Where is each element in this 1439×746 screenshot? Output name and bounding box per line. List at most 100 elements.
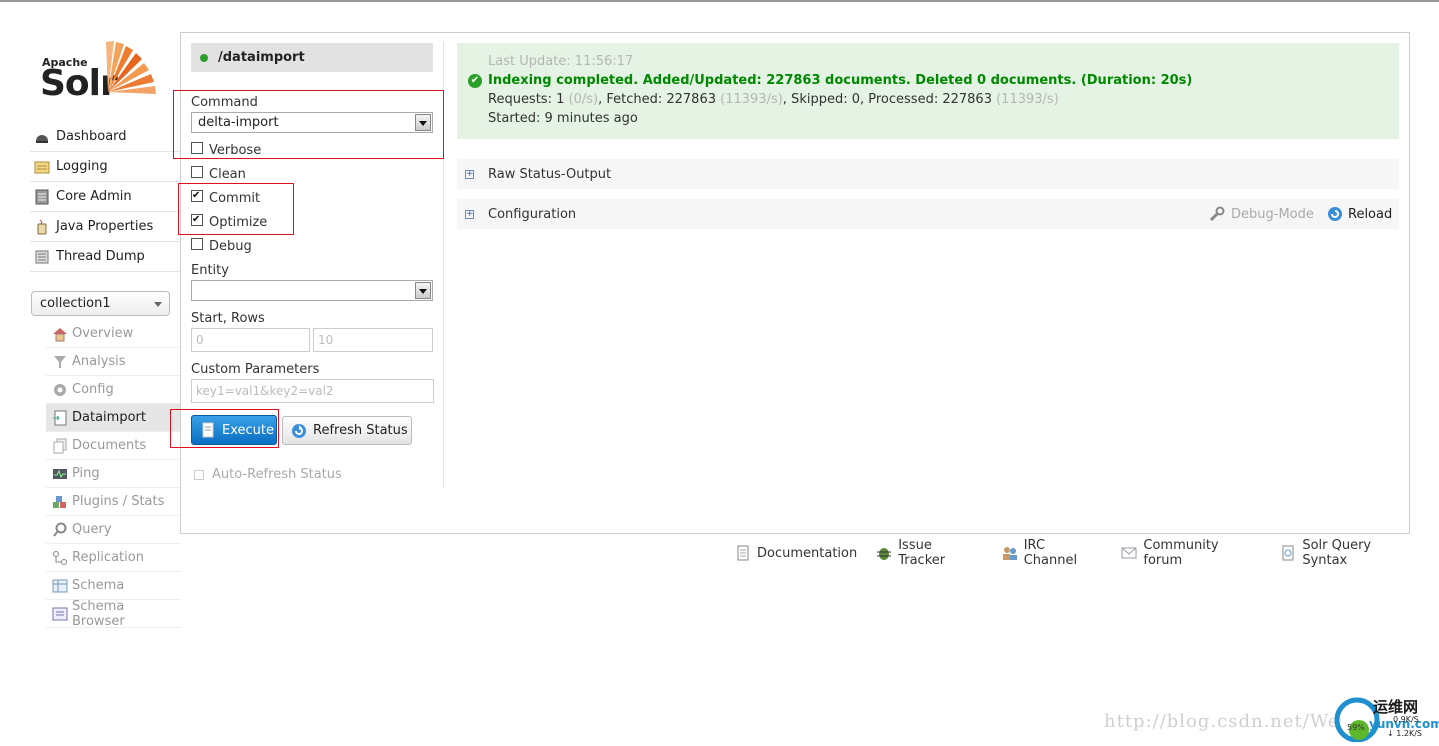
started-time: Started: 9 minutes ago [488,111,638,126]
status-dot-icon [200,53,208,62]
footer-query-syntax-label: Solr Query Syntax [1302,538,1372,568]
core-nav-schema-browser[interactable]: Schema Browser [46,599,181,629]
logo-cn-text: 运维网 [1373,698,1418,716]
clean-checkbox[interactable]: Clean [191,165,246,182]
core-nav: Overview Analysis Config Dataimport Docu… [46,320,181,629]
auto-refresh-box[interactable] [194,469,204,480]
raw-status-output-toggle[interactable]: + Raw Status-Output [457,159,1399,189]
blog-watermark: http://blog.csdn.net/We [1104,711,1340,732]
core-nav-plugins[interactable]: Plugins / Stats [46,488,181,516]
custom-parameters-placeholder: key1=val1&key2=val2 [196,384,334,398]
dropdown-arrow-icon [415,282,431,299]
refresh-status-button[interactable]: Refresh Status [282,416,412,445]
nav-logging[interactable]: Logging [30,152,180,182]
processed-rate: (11393/s) [996,92,1059,107]
custom-parameters-input[interactable]: key1=val1&key2=val2 [191,379,434,403]
handler-name: /dataimport [218,50,305,65]
nav-dashboard[interactable]: Dashboard [30,122,180,152]
core-nav-replication[interactable]: Replication [46,544,181,572]
core-nav-config[interactable]: Config [46,376,181,404]
clean-label: Clean [209,167,246,182]
processed-count: , Skipped: 0, Processed: 227863 [782,92,992,107]
reload-icon [1327,206,1343,222]
custom-parameters-label: Custom Parameters [191,362,320,377]
rows-input[interactable]: 10 [313,328,433,352]
annotation-box-execute [170,409,279,448]
documents-icon [52,438,68,454]
footer-community-forum[interactable]: Community forum [1121,538,1261,568]
wrench-icon [1209,206,1225,222]
thread-dump-icon [34,249,50,265]
last-update: Last Update: 11:56:17 [488,54,634,69]
status-message: Indexing completed. Added/Updated: 22786… [488,73,1193,88]
nav-java-properties[interactable]: Java Properties [30,212,180,242]
syntax-icon [1280,545,1296,561]
chevron-down-icon [154,302,162,307]
start-input[interactable]: 0 [191,328,310,352]
core-nav-overview[interactable]: Overview [46,320,181,348]
core-selector-value: collection1 [40,296,111,311]
entity-label: Entity [191,263,229,278]
core-nav-dataimport[interactable]: Dataimport [46,404,181,432]
reload-button[interactable]: Reload [1327,206,1392,222]
logo-pct-text: 59% [1347,723,1365,732]
schema-icon [52,578,68,594]
clean-box[interactable] [191,165,203,178]
expand-icon: + [465,168,474,179]
footer-query-syntax[interactable]: Solr Query Syntax [1280,538,1420,568]
solr-sunburst-icon [106,41,156,94]
mail-icon [1121,545,1137,561]
core-nav-documents[interactable]: Documents [46,432,181,460]
entity-select[interactable] [191,280,433,301]
logo-up-text: 0.9K/S [1393,715,1419,724]
status-panel: Last Update: 11:56:17 ✔ Indexing complet… [457,43,1399,139]
footer-documentation[interactable]: Documentation [735,545,857,561]
footer-links: Documentation Issue Tracker IRC Channel … [735,538,1439,568]
top-border [0,0,1439,2]
core-admin-icon [34,189,50,205]
requests-count: Requests: 1 [488,92,565,107]
funnel-icon [52,354,68,370]
core-selector[interactable]: collection1 [31,291,170,316]
yunvn-logo: 运维网 yunvn.com 59% 0.9K/S ↓ 1.2K/S [1333,694,1439,743]
solr-logo[interactable]: Apache Solr [40,40,170,104]
bug-icon [876,545,892,561]
footer-community-label: Community forum [1143,538,1219,568]
document-icon [735,545,751,561]
java-icon [34,219,50,235]
people-icon [1002,545,1018,561]
footer-irc-channel[interactable]: IRC Channel [1002,538,1103,568]
expand-icon: + [465,208,474,219]
debug-checkbox[interactable]: Debug [191,237,252,254]
reload-label: Reload [1348,206,1393,222]
configuration-label: Configuration [488,206,577,222]
dashboard-icon [34,129,50,145]
auto-refresh-checkbox[interactable]: Auto-Refresh Status [194,467,342,482]
handler-header[interactable]: /dataimport [191,43,433,72]
auto-refresh-label: Auto-Refresh Status [212,467,342,482]
debug-box[interactable] [191,237,203,250]
start-rows-label: Start, Rows [191,311,265,326]
nav-core-admin[interactable]: Core Admin [30,182,180,212]
fetched-count: , Fetched: 227863 [598,92,716,107]
home-icon [52,326,68,342]
annotation-box-commit-optimize [178,183,294,235]
core-nav-query[interactable]: Query [46,516,181,544]
core-nav-analysis[interactable]: Analysis [46,348,181,376]
nav-thread-dump[interactable]: Thread Dump [30,242,180,272]
dataimport-icon [52,410,68,426]
rows-placeholder: 10 [318,333,334,347]
footer-irc-label: IRC Channel [1023,538,1078,568]
core-nav-ping[interactable]: Ping [46,460,181,488]
debug-mode-button[interactable]: Debug-Mode [1209,206,1314,222]
raw-status-label: Raw Status-Output [488,166,612,182]
footer-documentation-label: Documentation [757,545,858,561]
schema-browser-icon [52,606,68,622]
footer-issue-tracker[interactable]: Issue Tracker [876,538,983,568]
debug-label: Debug [209,239,252,254]
annotation-box-command [173,90,444,159]
core-nav-schema[interactable]: Schema [46,572,181,600]
refresh-icon [291,423,307,439]
logo-down-text: ↓ 1.2K/S [1387,729,1422,738]
configuration-toggle[interactable]: + Configuration Debug-Mode Reload [457,199,1399,229]
